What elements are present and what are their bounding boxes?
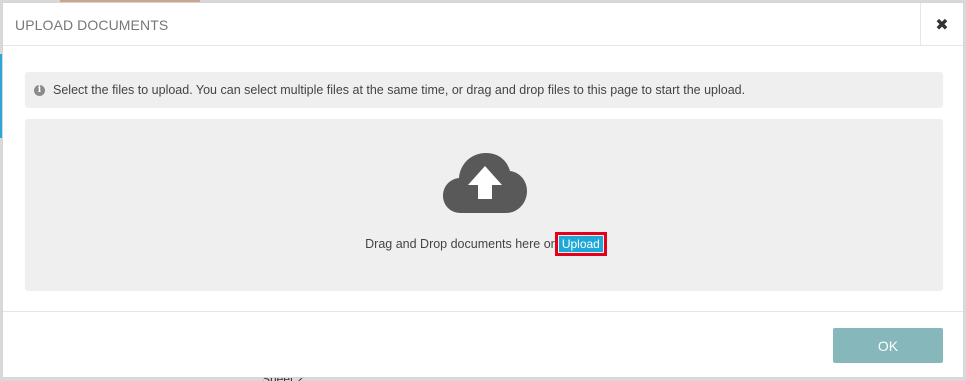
upload-documents-modal: UPLOAD DOCUMENTS ✖ i Select the files to…	[2, 2, 964, 378]
drop-text: Drag and Drop documents here or	[365, 237, 555, 251]
drop-zone[interactable]: Drag and Drop documents here or Upload	[25, 119, 943, 291]
close-icon: ✖	[935, 16, 949, 34]
ok-button[interactable]: OK	[833, 328, 943, 363]
upload-button[interactable]: Upload	[554, 232, 607, 256]
cloud-upload-icon	[443, 153, 527, 213]
modal-header: UPLOAD DOCUMENTS ✖	[3, 3, 963, 46]
info-text: Select the files to upload. You can sele…	[53, 83, 746, 97]
modal-footer: OK	[3, 311, 963, 379]
info-bar: i Select the files to upload. You can se…	[25, 72, 943, 108]
modal-title: UPLOAD DOCUMENTS	[15, 17, 169, 33]
close-button[interactable]: ✖	[920, 3, 963, 46]
info-icon: i	[34, 84, 45, 96]
drop-instructions: Drag and Drop documents here or Upload	[25, 232, 943, 256]
